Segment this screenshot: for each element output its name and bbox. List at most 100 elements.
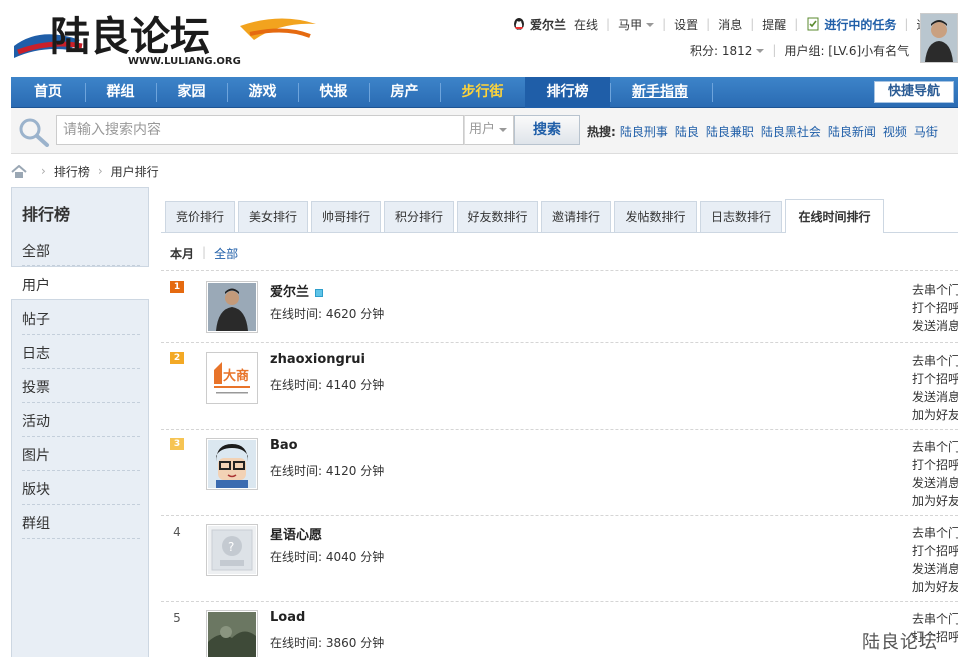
user-avatar[interactable] — [206, 610, 258, 657]
send-message-link[interactable]: 发送消息 — [912, 317, 958, 335]
hot-word[interactable]: 视频 — [883, 123, 907, 139]
tab-online-time-ranking[interactable]: 在线时间排行 — [785, 199, 884, 233]
username-link[interactable]: Bao — [270, 438, 298, 453]
filter-this-month[interactable]: 本月 — [170, 245, 194, 262]
username-link[interactable]: zhaoxiongrui — [270, 352, 365, 367]
greet-link[interactable]: 打个招呼 — [912, 456, 958, 474]
nav-news[interactable]: 快报 — [298, 77, 369, 108]
logo-url: WWW.LULIANG.ORG — [128, 56, 241, 67]
greet-link[interactable]: 打个招呼 — [912, 299, 958, 317]
add-friend-link[interactable]: 加为好友 — [912, 578, 958, 596]
tab-blogs-ranking[interactable]: 日志数排行 — [700, 201, 782, 232]
row-actions: 去串个门 打个招呼 发送消息 加为好友 — [912, 438, 958, 510]
search-input[interactable]: 请输入搜索内容 — [56, 115, 464, 145]
tab-beauty-ranking[interactable]: 美女排行 — [238, 201, 308, 232]
score-link[interactable]: 积分: 1812 — [690, 42, 765, 59]
user-avatar[interactable] — [920, 13, 958, 63]
sidebar-item-blogs[interactable]: 日志 — [22, 343, 50, 363]
quick-nav-button[interactable]: 快捷导航 — [874, 81, 954, 103]
breadcrumb-rankings[interactable]: 排行榜 — [54, 163, 90, 180]
nav-pedestrian-street[interactable]: 步行街 — [440, 77, 525, 108]
hot-word[interactable]: 陆良刑事 — [620, 123, 668, 139]
nav-rankings[interactable]: 排行榜 — [525, 77, 610, 108]
online-time: 在线时间: 4040 分钟 — [270, 550, 385, 564]
online-time: 在线时间: 4620 分钟 — [270, 307, 385, 321]
vest-link[interactable]: 马甲 — [618, 16, 655, 33]
visit-link[interactable]: 去串个门 — [912, 281, 958, 299]
breadcrumb: › 排行榜 › 用户排行 — [11, 163, 159, 179]
rank-number: 5 — [173, 611, 181, 625]
user-avatar[interactable] — [206, 438, 258, 490]
svg-text:?: ? — [228, 540, 234, 554]
sidebar-item-groups[interactable]: 群组 — [22, 513, 50, 533]
nav-games[interactable]: 游戏 — [227, 77, 298, 108]
tab-handsome-ranking[interactable]: 帅哥排行 — [311, 201, 381, 232]
tab-points-ranking[interactable]: 积分排行 — [384, 201, 454, 232]
rank-badge: 2 — [170, 352, 184, 364]
tab-invite-ranking[interactable]: 邀请排行 — [541, 201, 611, 232]
sidebar-item-all[interactable]: 全部 — [22, 241, 50, 261]
user-avatar[interactable]: ? — [206, 524, 258, 576]
username-link[interactable]: 爱尔兰 — [270, 281, 324, 300]
send-message-link[interactable]: 发送消息 — [912, 388, 958, 406]
tasks-link[interactable]: 进行中的任务 — [824, 16, 896, 33]
nav-newbie-guide[interactable]: 新手指南 — [610, 77, 710, 108]
tab-friends-ranking[interactable]: 好友数排行 — [457, 201, 538, 232]
tab-posts-ranking[interactable]: 发帖数排行 — [614, 201, 697, 232]
sidebar-item-polls[interactable]: 投票 — [22, 377, 50, 397]
hot-word[interactable]: 陆良兼职 — [706, 123, 754, 139]
greet-link[interactable]: 打个招呼 — [912, 542, 958, 560]
visit-link[interactable]: 去串个门 — [912, 438, 958, 456]
user-bar: 爱尔兰 在线 | 马甲 | 设置 | 消息 | 提醒 | 进行中的任务 | 退出 — [512, 16, 948, 32]
visit-link[interactable]: 去串个门 — [912, 524, 958, 542]
sidebar-item-forums[interactable]: 版块 — [22, 479, 50, 499]
username-link[interactable]: 爱尔兰 — [530, 16, 566, 33]
home-icon[interactable] — [11, 164, 27, 178]
username-link[interactable]: Load — [270, 610, 305, 625]
hot-word[interactable]: 马街 — [914, 123, 938, 139]
hot-word[interactable]: 陆良 — [675, 123, 699, 139]
send-message-link[interactable]: 发送消息 — [912, 560, 958, 578]
sidebar-item-threads[interactable]: 帖子 — [22, 309, 50, 329]
sidebar-item-pictures[interactable]: 图片 — [22, 445, 50, 465]
chevron-down-icon — [646, 23, 655, 27]
chevron-down-icon — [499, 127, 508, 132]
visit-link[interactable]: 去串个门 — [912, 610, 958, 628]
sidebar-item-events[interactable]: 活动 — [22, 411, 50, 431]
notifications-link[interactable]: 提醒 — [762, 16, 786, 33]
nav-home[interactable]: 首页 — [11, 77, 85, 108]
site-logo[interactable]: 陆良论坛 WWW.LULIANG.ORG — [10, 6, 322, 68]
search-type-select[interactable]: 用户 — [464, 115, 514, 145]
send-message-link[interactable]: 发送消息 — [912, 474, 958, 492]
nav-groups[interactable]: 群组 — [85, 77, 156, 108]
hot-label: 热搜: — [587, 125, 616, 139]
nav-home-space[interactable]: 家园 — [156, 77, 227, 108]
hot-searches: 热搜: 陆良刑事 陆良 陆良兼职 陆良黑社会 陆良新闻 视频 马街 — [587, 123, 945, 139]
visit-link[interactable]: 去串个门 — [912, 352, 958, 370]
username-link[interactable]: 星语心愿 — [270, 524, 322, 543]
nav-realestate[interactable]: 房产 — [369, 77, 440, 108]
main-nav: 首页 群组 家园 游戏 快报 房产 步行街 排行榜 新手指南 — [11, 77, 958, 108]
search-icon — [19, 118, 49, 147]
row-actions: 去串个门 打个招呼 发送消息 — [912, 281, 958, 335]
settings-link[interactable]: 设置 — [674, 16, 698, 33]
greet-link[interactable]: 打个招呼 — [912, 370, 958, 388]
filter-all[interactable]: 全部 — [214, 245, 238, 262]
score-bar: 积分: 1812 | 用户组: [LV.6]小有名气 — [690, 42, 910, 59]
user-avatar[interactable] — [206, 281, 258, 333]
online-time: 在线时间: 4140 分钟 — [270, 378, 385, 392]
add-friend-link[interactable]: 加为好友 — [912, 492, 958, 510]
user-avatar[interactable]: 大商 — [206, 352, 258, 404]
add-friend-link[interactable]: 加为好友 — [912, 406, 958, 424]
messages-link[interactable]: 消息 — [718, 16, 742, 33]
usergroup-link[interactable]: 用户组: [LV.6]小有名气 — [784, 42, 909, 59]
svg-text:大商: 大商 — [223, 368, 249, 384]
hot-word[interactable]: 陆良黑社会 — [761, 123, 821, 139]
period-filter: 本月 | 全部 — [170, 245, 239, 262]
hot-word[interactable]: 陆良新闻 — [828, 123, 876, 139]
row-actions: 去串个门 打个招呼 发送消息 加为好友 — [912, 352, 958, 424]
tab-bid-ranking[interactable]: 竞价排行 — [165, 201, 235, 232]
task-icon — [807, 17, 819, 31]
sidebar-item-users[interactable]: 用户 — [22, 275, 50, 295]
search-button[interactable]: 搜索 — [514, 115, 580, 145]
